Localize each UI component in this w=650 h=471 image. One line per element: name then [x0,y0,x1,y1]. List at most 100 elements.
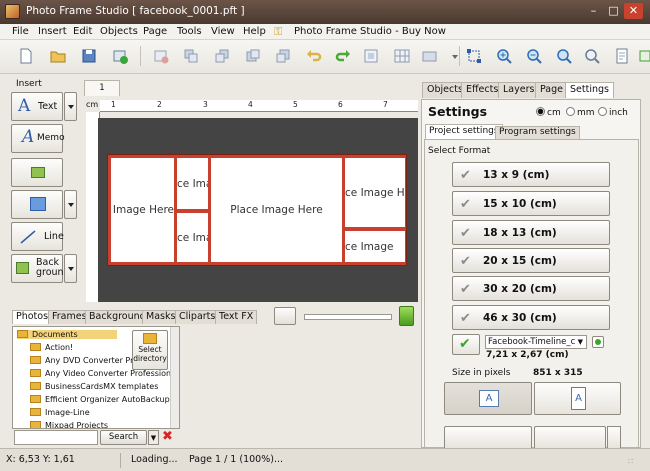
search-options-dropdown[interactable]: ▼ [148,430,159,445]
settings-extra-button-2[interactable] [534,426,606,448]
search-button[interactable]: Search [100,430,147,445]
tab-settings[interactable]: Settings [565,82,614,98]
tab-effects[interactable]: Effects [461,82,504,98]
select-directory-button[interactable]: Select directory [132,330,168,370]
format-30x20-button[interactable]: ✔ 30 x 20 (cm) [452,276,610,301]
tree-item[interactable]: Image-Line [30,408,90,417]
insert-text-dropdown[interactable] [64,92,77,121]
undo-icon[interactable] [305,47,323,65]
tree-item[interactable]: Any DVD Converter Pro [30,356,138,365]
format-20x15-button[interactable]: ✔ 20 x 15 (cm) [452,248,610,273]
buy-now-link[interactable]: Photo Frame Studio - Buy Now [294,26,446,37]
custom-format-apply-button[interactable]: ✔ [452,334,480,355]
format-13x9-button[interactable]: ✔ 13 x 9 (cm) [452,162,610,187]
new-document-icon[interactable] [17,47,35,65]
insert-shape-dropdown[interactable] [64,190,77,219]
apply-arrow-icon[interactable] [399,306,414,326]
tab-background[interactable]: Background [85,310,150,324]
grid-icon[interactable] [393,47,411,65]
tree-item[interactable]: Action! [30,343,73,352]
resize-grip-icon[interactable]: ∷ [628,457,633,466]
insert-background-button[interactable]: Back ground [11,254,70,283]
tree-item[interactable]: Any Video Converter Professional [30,369,178,378]
zoom-out-icon[interactable] [525,47,543,65]
tab-cliparts[interactable]: Cliparts [175,310,220,324]
page-preview-icon[interactable] [613,47,631,65]
unit-inch-radio[interactable] [598,107,607,116]
settings-extra-button-1[interactable] [444,426,532,448]
export-icon[interactable] [636,47,650,65]
tab-page[interactable]: Page [535,82,568,98]
image-slot-2[interactable]: ce Image [177,158,208,209]
zoom-in-icon[interactable] [495,47,513,65]
tab-masks[interactable]: Masks [142,310,180,324]
unit-inch[interactable]: inch [598,107,628,118]
unit-cm-radio[interactable] [536,107,545,116]
insert-shape-button[interactable] [11,190,63,219]
zoom-fit-icon[interactable] [555,47,573,65]
close-button[interactable]: ✕ [624,3,643,19]
unit-cm[interactable]: cm [536,107,561,118]
thumbnail-view-button[interactable] [274,307,296,325]
custom-format-select[interactable]: Facebook-Timeline_c ▼ [485,335,587,349]
format-15x10-button[interactable]: ✔ 15 x 10 (cm) [452,191,610,216]
select-objects-icon[interactable] [465,47,483,65]
image-slot-5[interactable]: ce Image H [345,158,405,227]
align-icon[interactable] [421,47,439,65]
bring-front-icon[interactable] [182,47,200,65]
photo-collage[interactable]: Place Image Here ce Image ce Image Place… [107,154,407,266]
settings-extra-dropdown[interactable] [607,426,621,448]
tab-program-settings[interactable]: Program settings [495,126,580,139]
align-dropdown-icon[interactable] [446,47,458,65]
orientation-landscape-button[interactable]: A [444,382,532,415]
image-slot-3[interactable]: ce Image [177,213,208,262]
redo-icon[interactable] [334,47,352,65]
menu-edit[interactable]: Edit [73,26,92,37]
unit-mm-radio[interactable] [566,107,575,116]
tree-item-root[interactable]: Documents [17,330,117,339]
insert-image-button[interactable] [11,158,63,187]
thumbnail-size-slider[interactable] [304,314,392,320]
menu-page[interactable]: Page [143,26,167,37]
menu-objects[interactable]: Objects [100,26,138,37]
folder-tree[interactable]: Documents Action! Any DVD Converter Pro … [12,326,180,429]
menu-insert[interactable]: Insert [38,26,67,37]
send-backward-icon[interactable] [274,47,292,65]
insert-line-button[interactable]: Line [11,222,64,251]
fit-page-icon[interactable] [362,47,380,65]
menu-view[interactable]: View [211,26,235,37]
clear-search-icon[interactable]: ✖ [162,430,177,445]
image-slot-6[interactable]: ce Image [345,231,405,262]
tree-item[interactable]: BusinessCardsMX templates [30,382,158,391]
menu-file[interactable]: File [12,26,29,37]
image-slot-4[interactable]: Place Image Here [211,158,342,262]
open-folder-icon[interactable] [49,47,67,65]
image-slot-1[interactable]: Place Image Here [111,158,174,262]
add-format-button[interactable] [592,336,604,348]
tab-text-fx[interactable]: Text FX [215,310,258,324]
unit-mm[interactable]: mm [566,107,595,118]
tab-photos[interactable]: Photos [12,310,53,324]
orientation-portrait-button[interactable]: A [534,382,621,415]
minimize-button[interactable]: – [584,3,603,19]
menu-tools[interactable]: Tools [177,26,202,37]
menu-help[interactable]: Help [243,26,266,37]
tree-item[interactable]: Mixpad Projects [30,421,108,428]
maximize-button[interactable]: □ [604,3,623,19]
actual-size-icon[interactable] [583,47,601,65]
tab-project-settings[interactable]: Project settings [425,124,503,139]
bring-forward-icon[interactable] [244,47,262,65]
insert-background-dropdown[interactable] [64,254,77,283]
insert-text-button[interactable]: A Text [11,92,63,121]
tree-item[interactable]: Efficient Organizer AutoBackup [30,395,170,404]
folder-tree-scrollbar[interactable] [170,327,179,428]
insert-memo-button[interactable]: A Memo [11,124,65,153]
save-icon[interactable] [80,47,98,65]
page-tab-1[interactable]: 1 [84,80,120,96]
delete-page-icon[interactable] [152,47,170,65]
add-page-icon[interactable] [111,47,129,65]
format-46x30-button[interactable]: ✔ 46 x 30 (cm) [452,305,610,330]
send-back-icon[interactable] [213,47,231,65]
search-input[interactable] [14,430,98,445]
format-18x13-button[interactable]: ✔ 18 x 13 (cm) [452,220,610,245]
